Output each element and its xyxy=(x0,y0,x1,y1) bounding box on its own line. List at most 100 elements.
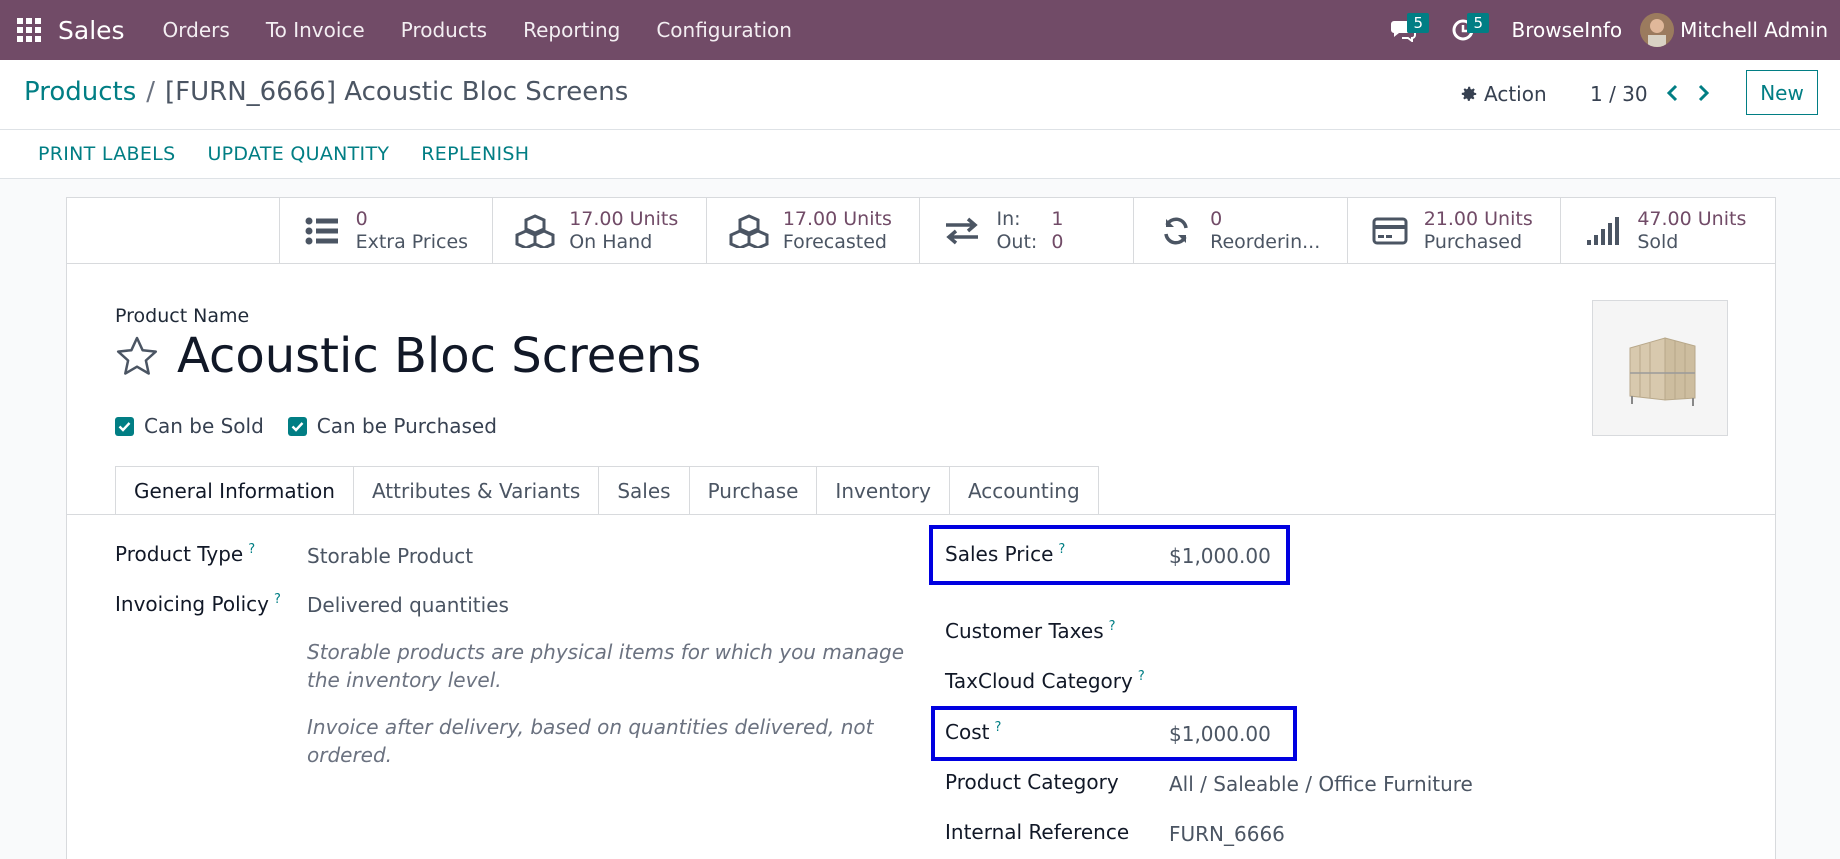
help-icon[interactable]: ? xyxy=(994,720,1001,735)
tab-inventory[interactable]: Inventory xyxy=(817,466,950,515)
tab-accounting[interactable]: Accounting xyxy=(949,466,1099,515)
avatar[interactable] xyxy=(1640,13,1675,47)
product-name-field[interactable]: Acoustic Bloc Screens xyxy=(177,328,701,384)
help-icon[interactable]: ? xyxy=(1138,669,1145,684)
tab-general-information[interactable]: General Information xyxy=(115,466,354,515)
chevron-left-icon xyxy=(1666,84,1678,102)
product-flags: Can be Sold Can be Purchased xyxy=(115,414,521,438)
help-icon[interactable]: ? xyxy=(248,542,255,557)
messages-button[interactable]: 5 xyxy=(1373,0,1433,60)
user-name[interactable]: Mitchell Admin xyxy=(1680,18,1828,42)
new-button[interactable]: New xyxy=(1746,70,1818,115)
control-panel: Products / [FURN_6666] Acoustic Bloc Scr… xyxy=(0,60,1840,130)
checkbox-checked-icon xyxy=(287,416,307,436)
gear-icon xyxy=(1461,86,1477,101)
breadcrumb-separator: / xyxy=(146,77,156,107)
reordering-button[interactable]: 0 Reorderin... xyxy=(1134,198,1348,264)
product-type-label: Product Type? xyxy=(115,542,256,566)
activities-button[interactable]: 5 xyxy=(1433,0,1493,60)
sales-price-label: Sales Price? xyxy=(945,542,1066,566)
form-sheet: 0 Extra Prices 17.00 Units On Hand 17.00… xyxy=(66,197,1776,859)
breadcrumb: Products / [FURN_6666] Acoustic Bloc Scr… xyxy=(24,77,628,107)
notebook-tabs: General Information Attributes & Variant… xyxy=(115,466,1099,515)
internal-reference-field[interactable]: FURN_6666 xyxy=(1169,822,1285,846)
customer-taxes-field[interactable] xyxy=(1169,619,1469,645)
cost-field[interactable]: $1,000.00 xyxy=(1169,722,1271,746)
product-category-field[interactable]: All / Saleable / Office Furniture xyxy=(1169,772,1473,796)
out-value: 0 xyxy=(1051,231,1064,253)
breadcrumb-products-link[interactable]: Products xyxy=(24,77,136,107)
forecasted-button[interactable]: 17.00 Units Forecasted xyxy=(707,198,921,264)
replenish-button[interactable]: REPLENISH xyxy=(405,143,545,165)
menu-reporting[interactable]: Reporting xyxy=(505,0,638,60)
app-name[interactable]: Sales xyxy=(58,16,125,45)
form-header: PRINT LABELS UPDATE QUANTITY REPLENISH xyxy=(0,130,1840,179)
help-icon[interactable]: ? xyxy=(274,592,281,607)
cubes-icon xyxy=(729,214,769,248)
pager-value[interactable]: 1 / 30 xyxy=(1590,82,1648,106)
cubes-icon xyxy=(515,214,555,248)
refresh-icon xyxy=(1164,217,1188,245)
signal-icon xyxy=(1587,217,1620,245)
cost-label: Cost? xyxy=(945,720,1002,744)
invoicing-policy-field[interactable]: Delivered quantities xyxy=(307,593,509,617)
taxcloud-category-field[interactable] xyxy=(1169,669,1469,695)
exchange-icon xyxy=(946,217,979,245)
help-icon[interactable]: ? xyxy=(1109,619,1116,634)
product-image[interactable] xyxy=(1592,300,1728,436)
product-name-label: Product Name xyxy=(115,305,250,327)
menu-products[interactable]: Products xyxy=(383,0,505,60)
taxcloud-category-label: TaxCloud Category? xyxy=(945,669,1145,693)
in-out-button[interactable]: In: 1 Out: 0 xyxy=(920,198,1135,264)
can-be-purchased-label: Can be Purchased xyxy=(316,414,497,438)
action-button[interactable]: Action xyxy=(1460,82,1547,106)
checkbox-checked-icon xyxy=(115,416,134,436)
on-hand-button[interactable]: 17.00 Units On Hand xyxy=(493,198,707,264)
can-be-sold-label: Can be Sold xyxy=(144,414,264,438)
sales-price-field[interactable]: $1,000.00 xyxy=(1169,544,1271,568)
extra-prices-button[interactable]: 0 Extra Prices xyxy=(280,198,494,264)
menu-to-invoice[interactable]: To Invoice xyxy=(248,0,383,60)
menu-configuration[interactable]: Configuration xyxy=(638,0,810,60)
forecasted-label: Forecasted xyxy=(782,231,887,253)
activities-badge: 5 xyxy=(1467,13,1490,33)
chevron-right-icon xyxy=(1698,84,1710,102)
on-hand-value: 17.00 Units xyxy=(569,208,679,230)
action-label: Action xyxy=(1484,82,1547,106)
on-hand-label: On Hand xyxy=(569,231,653,253)
top-navbar: Sales Orders To Invoice Products Reporti… xyxy=(0,0,1840,60)
pager-next-button[interactable] xyxy=(1692,80,1716,106)
extra-prices-value: 0 xyxy=(355,208,368,230)
invoicing-policy-label: Invoicing Policy? xyxy=(115,592,281,616)
pager-previous-button[interactable] xyxy=(1660,80,1684,106)
favorite-star-icon[interactable] xyxy=(115,335,159,379)
product-category-label: Product Category xyxy=(945,770,1119,794)
update-quantity-button[interactable]: UPDATE QUANTITY xyxy=(191,143,405,165)
company-switcher[interactable]: BrowseInfo xyxy=(1493,18,1640,42)
forecasted-value: 17.00 Units xyxy=(782,208,892,230)
tab-purchase[interactable]: Purchase xyxy=(689,466,818,515)
tab-attributes-variants[interactable]: Attributes & Variants xyxy=(353,466,600,515)
purchased-button[interactable]: 21.00 Units Purchased xyxy=(1348,198,1562,264)
can-be-purchased-checkbox[interactable]: Can be Purchased xyxy=(287,414,497,438)
customer-taxes-label: Customer Taxes? xyxy=(945,619,1116,643)
help-icon[interactable]: ? xyxy=(1058,542,1065,557)
reordering-value: 0 xyxy=(1210,208,1223,230)
apps-menu-icon[interactable] xyxy=(0,0,58,60)
internal-reference-label: Internal Reference xyxy=(945,820,1130,844)
extra-prices-label: Extra Prices xyxy=(355,231,469,253)
menu-orders[interactable]: Orders xyxy=(145,0,248,60)
reordering-label: Reorderin... xyxy=(1210,231,1321,253)
list-icon xyxy=(305,217,338,245)
in-label: In: xyxy=(996,208,1021,230)
storable-note: Storable products are physical items for… xyxy=(307,640,905,692)
tab-sales[interactable]: Sales xyxy=(599,466,690,515)
invoice-note: Invoice after delivery, based on quantit… xyxy=(307,715,874,767)
purchased-label: Purchased xyxy=(1423,231,1523,253)
sold-value: 47.00 Units xyxy=(1637,208,1747,230)
breadcrumb-current: [FURN_6666] Acoustic Bloc Screens xyxy=(165,77,629,107)
can-be-sold-checkbox[interactable]: Can be Sold xyxy=(115,414,264,438)
product-type-field[interactable]: Storable Product xyxy=(307,544,473,568)
print-labels-button[interactable]: PRINT LABELS xyxy=(22,143,191,165)
sold-button[interactable]: 47.00 Units Sold xyxy=(1561,198,1775,264)
